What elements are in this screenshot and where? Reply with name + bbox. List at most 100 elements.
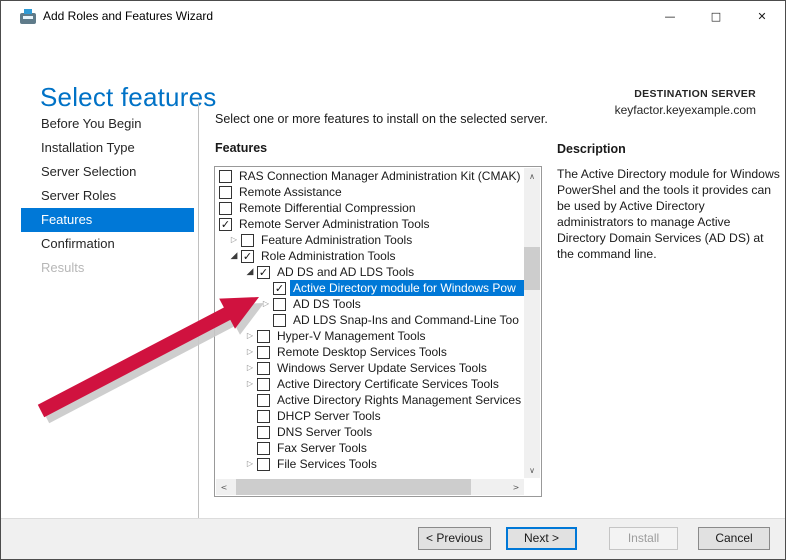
feature-checkbox[interactable] bbox=[257, 394, 270, 407]
feature-checkbox[interactable] bbox=[257, 346, 270, 359]
tree-item[interactable]: AD LDS Snap-Ins and Command-Line Too bbox=[215, 312, 524, 328]
tree-item[interactable]: DHCP Server Tools bbox=[215, 408, 524, 424]
maximize-button[interactable]: □ bbox=[693, 1, 739, 32]
horizontal-scrollbar[interactable]: < > bbox=[216, 479, 524, 495]
instruction-text: Select one or more features to install o… bbox=[215, 112, 548, 126]
tree-item[interactable]: Remote Assistance bbox=[215, 184, 524, 200]
feature-checkbox[interactable] bbox=[257, 330, 270, 343]
tree-item-label: AD DS and AD LDS Tools bbox=[274, 264, 417, 280]
next-button[interactable]: Next > bbox=[506, 527, 577, 550]
add-roles-features-wizard-window: Add Roles and Features Wizard — □ ✕ Sele… bbox=[0, 0, 786, 560]
close-button[interactable]: ✕ bbox=[739, 1, 785, 32]
tree-item-label: Remote Server Administration Tools bbox=[236, 216, 433, 232]
scroll-right-icon[interactable]: > bbox=[508, 479, 524, 495]
feature-checkbox[interactable] bbox=[257, 458, 270, 471]
expander-collapsed-icon[interactable]: ▷ bbox=[227, 233, 241, 247]
feature-checkbox[interactable] bbox=[219, 170, 232, 183]
tree-item[interactable]: RAS Connection Manager Administration Ki… bbox=[215, 168, 524, 184]
horizontal-scrollbar-thumb[interactable] bbox=[236, 479, 471, 495]
features-list-label: Features bbox=[215, 141, 267, 155]
feature-checkbox[interactable]: ✓ bbox=[257, 266, 270, 279]
expander-collapsed-icon[interactable]: ▷ bbox=[243, 345, 257, 359]
tree-item[interactable]: ▷ AD DS Tools bbox=[215, 296, 524, 312]
feature-checkbox[interactable]: ✓ bbox=[241, 250, 254, 263]
tree-item-label: Fax Server Tools bbox=[274, 440, 370, 456]
tree-item-label: AD DS Tools bbox=[290, 296, 364, 312]
vertical-scrollbar[interactable]: ∧ ∨ bbox=[524, 168, 540, 478]
tree-item-label: Hyper-V Management Tools bbox=[274, 328, 429, 344]
expander-expanded-icon[interactable]: ◢ bbox=[227, 249, 241, 263]
feature-checkbox[interactable] bbox=[273, 314, 286, 327]
tree-item-label: Feature Administration Tools bbox=[258, 232, 415, 248]
tree-item-label: Remote Differential Compression bbox=[236, 200, 419, 216]
tree-item-label: RAS Connection Manager Administration Ki… bbox=[236, 168, 523, 184]
destination-server-label: DESTINATION SERVER bbox=[615, 88, 756, 100]
feature-checkbox[interactable] bbox=[241, 234, 254, 247]
sidebar-item-server-roles[interactable]: Server Roles bbox=[21, 184, 194, 208]
vertical-scrollbar-thumb[interactable] bbox=[524, 247, 540, 290]
tree-item[interactable]: ✓ Remote Server Administration Tools bbox=[215, 216, 524, 232]
previous-button[interactable]: < Previous bbox=[418, 527, 491, 550]
scroll-up-icon[interactable]: ∧ bbox=[524, 168, 540, 184]
feature-checkbox[interactable]: ✓ bbox=[273, 282, 286, 295]
sidebar-item-features[interactable]: Features bbox=[21, 208, 194, 232]
feature-checkbox[interactable] bbox=[273, 298, 286, 311]
tree-item-label: Remote Desktop Services Tools bbox=[274, 344, 450, 360]
expander-collapsed-icon[interactable]: ▷ bbox=[259, 297, 273, 311]
tree-item[interactable]: ✓Active Directory module for Windows Pow bbox=[215, 280, 524, 296]
feature-checkbox[interactable] bbox=[219, 186, 232, 199]
expander-expanded-icon[interactable]: ◢ bbox=[243, 265, 257, 279]
wizard-footer: < Previous Next > Install Cancel bbox=[1, 518, 785, 559]
expander-collapsed-icon[interactable]: ▷ bbox=[243, 377, 257, 391]
tree-item[interactable]: ◢✓Role Administration Tools bbox=[215, 248, 524, 264]
tree-item-label: Active Directory Rights Management Servi… bbox=[274, 392, 524, 408]
tree-item-label: Active Directory Certificate Services To… bbox=[274, 376, 502, 392]
feature-checkbox[interactable]: ✓ bbox=[219, 218, 232, 231]
expander-collapsed-icon[interactable]: ▷ bbox=[243, 457, 257, 471]
tree-item[interactable]: ▷ Feature Administration Tools bbox=[215, 232, 524, 248]
tree-item[interactable]: ▷ Active Directory Certificate Services T… bbox=[215, 376, 524, 392]
tree-item-label: DNS Server Tools bbox=[274, 424, 375, 440]
destination-server-name: keyfactor.keyexample.com bbox=[615, 103, 756, 117]
tree-item[interactable]: ▷ Remote Desktop Services Tools bbox=[215, 344, 524, 360]
features-tree-list: RAS Connection Manager Administration Ki… bbox=[214, 166, 542, 497]
feature-checkbox[interactable] bbox=[219, 202, 232, 215]
tree-item[interactable]: DNS Server Tools bbox=[215, 424, 524, 440]
feature-checkbox[interactable] bbox=[257, 410, 270, 423]
titlebar[interactable]: Add Roles and Features Wizard — □ ✕ bbox=[1, 1, 785, 32]
expander-collapsed-icon[interactable]: ▷ bbox=[243, 329, 257, 343]
tree-item[interactable]: ▷ Hyper-V Management Tools bbox=[215, 328, 524, 344]
description-body: The Active Directory module for Windows … bbox=[557, 166, 781, 262]
tree-item[interactable]: Active Directory Rights Management Servi… bbox=[215, 392, 524, 408]
tree-rows: RAS Connection Manager Administration Ki… bbox=[215, 168, 524, 478]
sidebar-item-confirmation[interactable]: Confirmation bbox=[21, 232, 194, 256]
window-controls: — □ ✕ bbox=[647, 1, 785, 32]
feature-checkbox[interactable] bbox=[257, 426, 270, 439]
scroll-left-icon[interactable]: < bbox=[216, 479, 232, 495]
tree-item[interactable]: ◢✓ AD DS and AD LDS Tools bbox=[215, 264, 524, 280]
destination-server-block: DESTINATION SERVER keyfactor.keyexample.… bbox=[615, 88, 756, 117]
tree-item[interactable]: ▷ Windows Server Update Services Tools bbox=[215, 360, 524, 376]
sidebar-divider bbox=[198, 102, 199, 520]
tree-item-label: Windows Server Update Services Tools bbox=[274, 360, 490, 376]
tree-item-label: DHCP Server Tools bbox=[274, 408, 384, 424]
description-title: Description bbox=[557, 142, 626, 156]
wizard-app-icon bbox=[20, 9, 36, 24]
tree-item-label: File Services Tools bbox=[274, 456, 380, 472]
sidebar-item-server-selection[interactable]: Server Selection bbox=[21, 160, 194, 184]
expander-collapsed-icon[interactable]: ▷ bbox=[243, 361, 257, 375]
cancel-button[interactable]: Cancel bbox=[698, 527, 770, 550]
sidebar-item-before-you-begin[interactable]: Before You Begin bbox=[21, 112, 194, 136]
feature-checkbox[interactable] bbox=[257, 378, 270, 391]
scroll-down-icon[interactable]: ∨ bbox=[524, 462, 540, 478]
tree-item[interactable]: Remote Differential Compression bbox=[215, 200, 524, 216]
sidebar-item-installation-type[interactable]: Installation Type bbox=[21, 136, 194, 160]
install-button: Install bbox=[609, 527, 678, 550]
tree-item[interactable]: ▷ File Services Tools bbox=[215, 456, 524, 472]
tree-item-label: AD LDS Snap-Ins and Command-Line Too bbox=[290, 312, 522, 328]
feature-checkbox[interactable] bbox=[257, 442, 270, 455]
tree-item[interactable]: Fax Server Tools bbox=[215, 440, 524, 456]
feature-checkbox[interactable] bbox=[257, 362, 270, 375]
tree-item-label: Remote Assistance bbox=[236, 184, 345, 200]
minimize-button[interactable]: — bbox=[647, 1, 693, 32]
